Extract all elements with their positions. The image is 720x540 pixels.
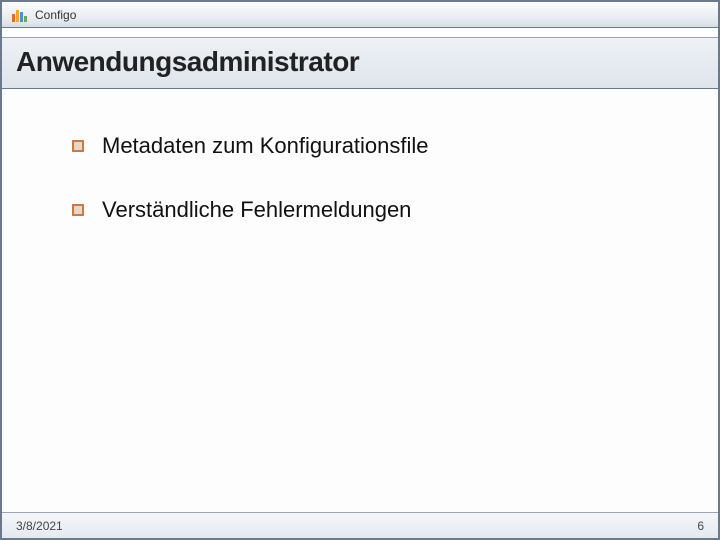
content-area: Metadaten zum Konfigurationsfile Verstän…	[2, 89, 718, 223]
slide-title: Anwendungsadministrator	[16, 46, 704, 78]
sub-bar	[2, 28, 718, 38]
bullet-icon	[72, 204, 84, 216]
bullet-text: Metadaten zum Konfigurationsfile	[102, 133, 429, 159]
slide: Configo Anwendungsadministrator Metadate…	[0, 0, 720, 540]
top-bar: Configo	[2, 2, 718, 28]
logo-icon	[12, 8, 27, 22]
list-item: Verständliche Fehlermeldungen	[72, 197, 668, 223]
title-bar: Anwendungsadministrator	[2, 38, 718, 89]
footer-page: 6	[697, 519, 704, 533]
brand-label: Configo	[35, 8, 76, 22]
bullet-icon	[72, 140, 84, 152]
footer: 3/8/2021 6	[2, 512, 718, 538]
list-item: Metadaten zum Konfigurationsfile	[72, 133, 668, 159]
bullet-text: Verständliche Fehlermeldungen	[102, 197, 411, 223]
footer-date: 3/8/2021	[16, 519, 63, 533]
